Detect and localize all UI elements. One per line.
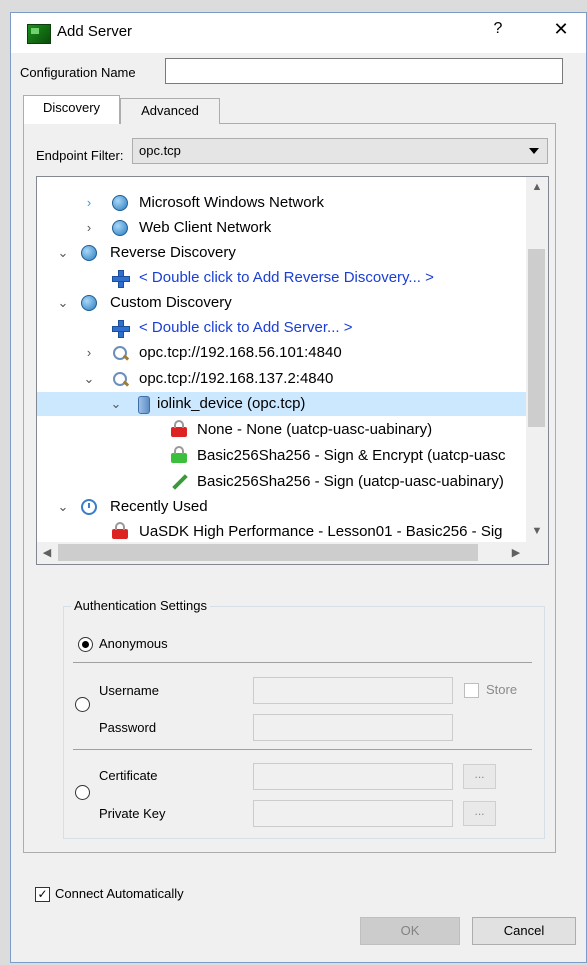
- password-label: Password: [99, 720, 157, 735]
- tree-item[interactable]: Basic256Sha256 - Sign & Encrypt (uatcp-u…: [37, 444, 526, 468]
- horizontal-scroll-thumb[interactable]: [58, 544, 478, 561]
- server-tree[interactable]: › Microsoft Windows Network › Web Client…: [36, 176, 549, 565]
- collapse-arrow-icon[interactable]: ⌄: [56, 495, 70, 519]
- globe-icon: [81, 295, 97, 311]
- collapse-arrow-icon[interactable]: ⌄: [82, 367, 96, 391]
- plus-icon: [112, 270, 130, 288]
- endpoint-filter-label: Endpoint Filter:: [36, 148, 124, 163]
- username-password-radio[interactable]: [75, 697, 90, 712]
- tree-item[interactable]: None - None (uatcp-uasc-uabinary): [37, 418, 526, 442]
- globe-icon: [81, 245, 97, 261]
- private-key-field[interactable]: [253, 800, 453, 827]
- store-checkbox[interactable]: [464, 683, 479, 698]
- plus-icon: [112, 320, 130, 338]
- tree-item-selected[interactable]: ⌄ iolink_device (opc.tcp): [37, 392, 526, 416]
- password-field[interactable]: [253, 714, 453, 741]
- connect-automatically-label: Connect Automatically: [55, 886, 184, 901]
- tree-item[interactable]: < Double click to Add Server... >: [37, 316, 526, 340]
- username-field[interactable]: [253, 677, 453, 704]
- scroll-right-icon[interactable]: ▶: [506, 542, 526, 564]
- collapse-arrow-icon[interactable]: ⌄: [56, 291, 70, 315]
- title-bar: Add Server ? ✕: [11, 13, 586, 53]
- certificate-browse-button[interactable]: ...: [463, 764, 496, 789]
- connect-automatically-checkbox[interactable]: ✓: [35, 887, 50, 902]
- tab-discovery[interactable]: Discovery: [23, 95, 120, 124]
- device-icon: [138, 396, 150, 414]
- tree-item[interactable]: ⌄ Recently Used: [37, 495, 526, 519]
- expand-arrow-icon[interactable]: ›: [82, 191, 96, 215]
- search-icon: [112, 371, 128, 387]
- authentication-settings-title: Authentication Settings: [71, 598, 210, 613]
- clock-icon: [81, 499, 97, 515]
- certificate-field[interactable]: [253, 763, 453, 790]
- tree-item[interactable]: › Microsoft Windows Network: [37, 191, 526, 215]
- endpoint-filter-value: opc.tcp: [139, 143, 181, 158]
- divider: [73, 662, 532, 663]
- configuration-name-input[interactable]: [165, 58, 563, 84]
- tree-item[interactable]: Basic256Sha256 - Sign (uatcp-uasc-uabina…: [37, 470, 526, 494]
- expand-arrow-icon[interactable]: ›: [82, 341, 96, 365]
- private-key-browse-button[interactable]: ...: [463, 801, 496, 826]
- tree-item-label: Microsoft Windows Network: [139, 194, 325, 211]
- collapse-arrow-icon[interactable]: ⌄: [56, 241, 70, 265]
- configuration-name-label: Configuration Name: [20, 65, 136, 80]
- help-button[interactable]: ?: [488, 20, 508, 44]
- tree-item[interactable]: ⌄ Reverse Discovery: [37, 241, 526, 265]
- anonymous-radio[interactable]: [78, 637, 93, 652]
- search-icon: [112, 345, 128, 361]
- scroll-up-icon[interactable]: ▲: [526, 177, 548, 197]
- scroll-left-icon[interactable]: ◀: [37, 542, 57, 564]
- pencil-icon: [171, 474, 187, 490]
- cancel-button[interactable]: Cancel: [472, 917, 576, 945]
- red-lock-icon: [171, 420, 187, 437]
- tree-viewport: › Microsoft Windows Network › Web Client…: [37, 177, 526, 541]
- window-title: Add Server: [57, 23, 133, 40]
- divider: [73, 749, 532, 750]
- ok-button[interactable]: OK: [360, 917, 460, 945]
- scroll-down-icon[interactable]: ▼: [526, 521, 548, 541]
- tree-item-label: Basic256Sha256 - Sign (uatcp-uasc-uabina…: [197, 473, 504, 490]
- app-icon: [27, 24, 51, 44]
- scroll-corner: [526, 542, 548, 564]
- expand-arrow-icon[interactable]: ›: [82, 216, 96, 240]
- horizontal-scrollbar[interactable]: ◀ ▶: [37, 542, 526, 564]
- tree-item-label: < Double click to Add Server... >: [139, 319, 353, 336]
- tab-advanced[interactable]: Advanced: [120, 98, 220, 124]
- certificate-radio[interactable]: [75, 785, 90, 800]
- tree-item[interactable]: UaSDK High Performance - Lesson01 - Basi…: [37, 520, 526, 541]
- close-button[interactable]: ✕: [549, 19, 573, 45]
- red-lock-icon: [112, 522, 128, 539]
- store-label: Store: [486, 682, 518, 697]
- collapse-arrow-icon[interactable]: ⌄: [109, 392, 123, 416]
- tree-item-label: Basic256Sha256 - Sign & Encrypt (uatcp-u…: [197, 447, 506, 464]
- globe-icon: [112, 220, 128, 236]
- vertical-scroll-thumb[interactable]: [528, 249, 545, 427]
- green-lock-icon: [171, 446, 187, 463]
- endpoint-filter-select[interactable]: opc.tcp: [132, 138, 548, 164]
- globe-icon: [112, 195, 128, 211]
- tree-item-label: None - None (uatcp-uasc-uabinary): [197, 421, 433, 438]
- chevron-down-icon: [529, 148, 539, 154]
- tree-item-label: Recently Used: [110, 498, 208, 515]
- tree-item-label: opc.tcp://192.168.137.2:4840: [139, 370, 334, 387]
- vertical-scrollbar[interactable]: ▲ ▼: [526, 177, 548, 542]
- username-label: Username: [99, 683, 159, 698]
- certificate-label: Certificate: [99, 768, 158, 783]
- tree-item[interactable]: › opc.tcp://192.168.56.101:4840: [37, 341, 526, 365]
- tree-item-label: Custom Discovery: [110, 294, 232, 311]
- tree-item-label: UaSDK High Performance - Lesson01 - Basi…: [139, 523, 503, 540]
- anonymous-label: Anonymous: [99, 636, 168, 651]
- tree-item[interactable]: ⌄ Custom Discovery: [37, 291, 526, 315]
- tree-item-label: iolink_device (opc.tcp): [157, 395, 306, 412]
- tree-item-label: Reverse Discovery: [110, 244, 236, 261]
- tree-item-label: opc.tcp://192.168.56.101:4840: [139, 344, 342, 361]
- tree-item[interactable]: › Web Client Network: [37, 216, 526, 240]
- tree-item[interactable]: < Double click to Add Reverse Discovery.…: [37, 266, 526, 290]
- private-key-label: Private Key: [99, 806, 166, 821]
- tree-item-label: < Double click to Add Reverse Discovery.…: [139, 269, 434, 286]
- tree-item[interactable]: ⌄ opc.tcp://192.168.137.2:4840: [37, 367, 526, 391]
- tree-item-label: Web Client Network: [139, 219, 272, 236]
